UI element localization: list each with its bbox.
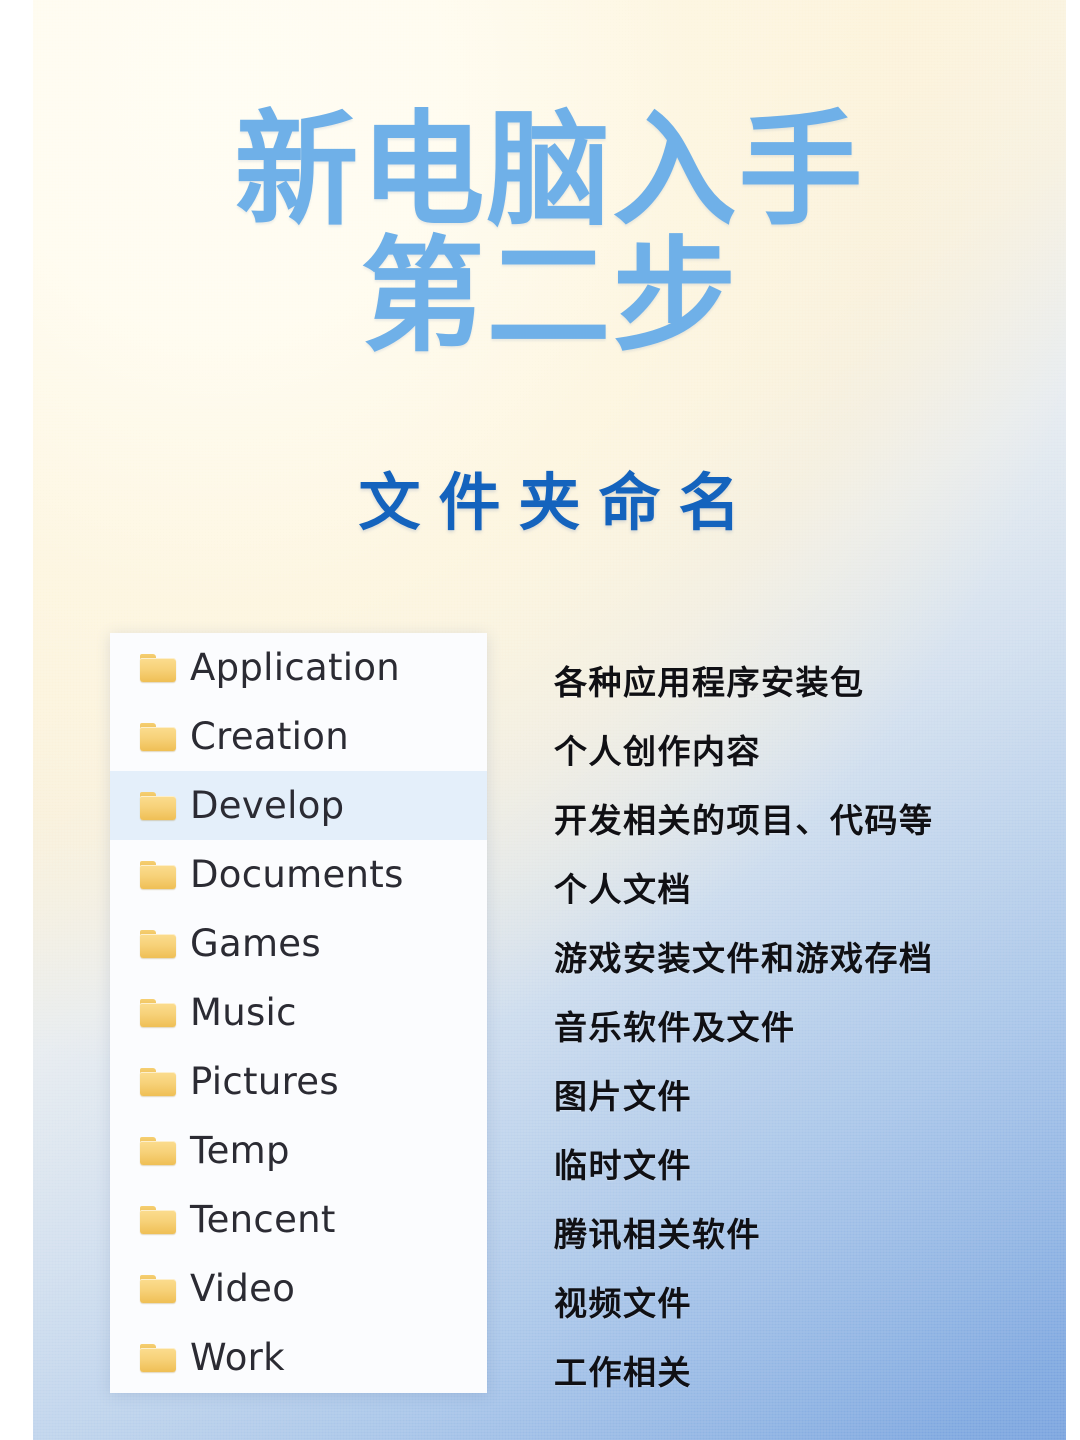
folder-item-label: Pictures	[190, 1060, 339, 1103]
folder-item-label: Music	[190, 991, 297, 1034]
folder-description: 视频文件	[554, 1283, 692, 1323]
folder-list-item[interactable]: Work	[110, 1323, 487, 1392]
folder-description: 图片文件	[554, 1076, 692, 1116]
folder-item-label: Creation	[190, 715, 349, 758]
folder-icon	[140, 929, 176, 958]
folder-list-item[interactable]: Games	[110, 909, 487, 978]
folder-list-item[interactable]: Documents	[110, 840, 487, 909]
folder-list-item[interactable]: Develop	[110, 771, 487, 840]
folder-icon	[140, 1343, 176, 1372]
folder-item-label: Documents	[190, 853, 404, 896]
folder-description: 临时文件	[554, 1145, 692, 1185]
folder-description: 音乐软件及文件	[554, 1007, 796, 1047]
folder-item-label: Tencent	[190, 1198, 336, 1241]
description-column: 各种应用程序安装包 个人创作内容开发相关的项目、代码等 个人文档游戏安装文件和游戏存…	[554, 645, 1054, 1404]
folder-icon	[140, 1205, 176, 1234]
folder-icon	[140, 1136, 176, 1165]
folder-item-label: Temp	[190, 1129, 290, 1172]
folder-icon	[140, 653, 176, 682]
page-title-line-2: 第二步	[360, 225, 739, 370]
folder-item-label: Video	[190, 1267, 296, 1310]
folder-description: 开发相关的项目、代码等	[554, 800, 934, 840]
folder-list-item[interactable]: Tencent	[110, 1185, 487, 1254]
folder-icon	[140, 791, 176, 820]
page-title-line-1: 新电脑入手	[234, 99, 865, 243]
folder-icon	[140, 860, 176, 889]
folder-description: 个人创作内容	[554, 731, 761, 771]
folder-list-item[interactable]: Application	[110, 633, 487, 702]
folder-icon	[140, 722, 176, 751]
folder-description: 工作相关	[554, 1352, 692, 1392]
folder-description: 个人文档	[554, 869, 692, 909]
folder-description: 游戏安装文件和游戏存档	[554, 938, 934, 978]
folder-icon	[140, 998, 176, 1027]
folder-item-label: Develop	[190, 784, 345, 827]
folder-list-item[interactable]: Music	[110, 978, 487, 1047]
folder-description: 腾讯相关软件	[554, 1214, 761, 1254]
folder-list-item[interactable]: Temp	[110, 1116, 487, 1185]
folder-list-panel: Application Creation Develop Documents Games…	[110, 633, 487, 1393]
folder-item-label: Work	[190, 1336, 285, 1379]
folder-list-item[interactable]: Pictures	[110, 1047, 487, 1116]
folder-icon	[140, 1067, 176, 1096]
folder-item-label: Application	[190, 646, 401, 689]
folder-list-item[interactable]: Video	[110, 1254, 487, 1323]
folder-icon	[140, 1274, 176, 1303]
poster-canvas: 新电脑入手 第二步 文件夹命名 Application Creation Devel…	[33, 0, 1066, 1440]
page-subtitle: 文件夹命名	[358, 466, 759, 539]
folder-description: 各种应用程序安装包	[554, 662, 865, 702]
folder-list-item[interactable]: Creation	[110, 702, 487, 771]
folder-item-label: Games	[190, 922, 321, 965]
page-title: 新电脑入手 第二步	[33, 108, 1066, 361]
